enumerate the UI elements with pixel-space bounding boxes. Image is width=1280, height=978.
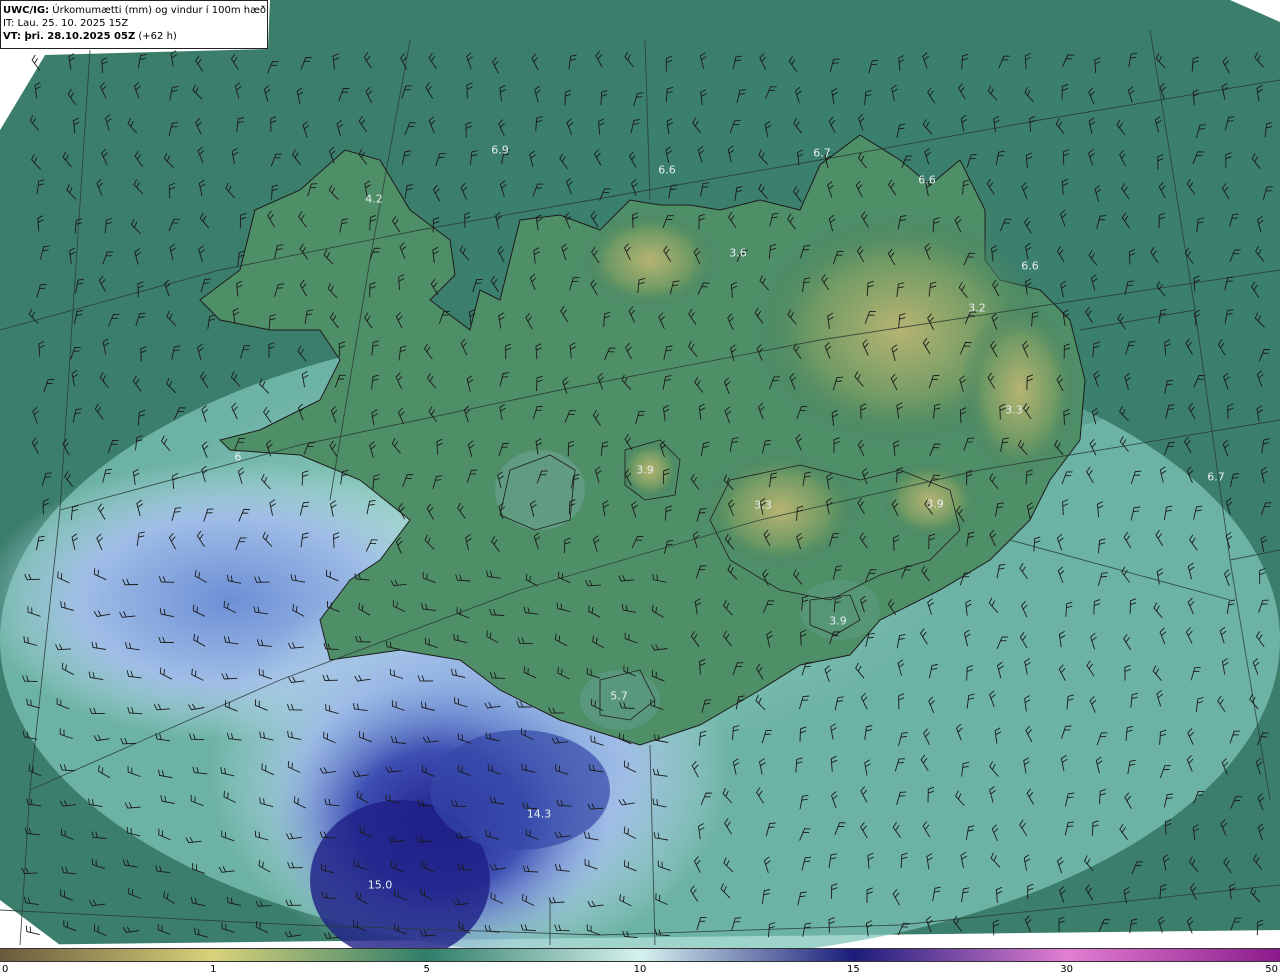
forecast-offset: (+62 h) bbox=[138, 31, 177, 42]
initial-time: IT: Lau. 25. 10. 2025 15Z bbox=[3, 18, 129, 29]
precipitation-value-label: 14.3 bbox=[526, 807, 552, 821]
precipitation-value-label: 3.3 bbox=[754, 498, 772, 512]
title-line: UWC/IG: Úrkomumætti (mm) og vindur í 100… bbox=[3, 4, 267, 17]
colorbar-tick-label: 5 bbox=[423, 964, 430, 975]
product-description: Úrkomumætti (mm) og vindur í 100m hæð bbox=[52, 5, 267, 16]
colorbar bbox=[0, 948, 1280, 962]
precipitation-value-label: 3.3 bbox=[1005, 403, 1023, 417]
colorbar-tick-label: 10 bbox=[633, 964, 647, 975]
precipitation-value-label: 6.6 bbox=[1021, 259, 1039, 273]
precipitation-value-label: 3.9 bbox=[926, 497, 944, 511]
colorbar-tick-label: 1 bbox=[210, 964, 217, 975]
colorbar-tick-label: 15 bbox=[846, 964, 860, 975]
precipitation-value-label: 5.7 bbox=[610, 689, 628, 703]
colorbar-ticks: 0 1 5 10 15 30 50 bbox=[0, 962, 1280, 978]
precipitation-value-label: 15.0 bbox=[367, 878, 393, 892]
precipitation-value-label: 3.9 bbox=[829, 614, 847, 628]
valid-time-line: VT: þri. 28.10.2025 05Z (+62 h) bbox=[3, 30, 264, 43]
precipitation-value-label: 6.6 bbox=[918, 173, 936, 187]
valid-time: VT: þri. 28.10.2025 05Z bbox=[3, 31, 136, 42]
product-code: UWC/IG: bbox=[3, 5, 50, 16]
colorbar-tick-label: 0 bbox=[2, 964, 9, 975]
precipitation-value-label: 6 bbox=[234, 450, 242, 464]
colorbar-tick-label: 30 bbox=[1060, 964, 1074, 975]
precipitation-value-label: 3.6 bbox=[729, 246, 747, 260]
precipitation-value-label: 6.9 bbox=[491, 143, 509, 157]
precipitation-value-label: 4.2 bbox=[365, 192, 383, 206]
precipitation-value-label: 6.6 bbox=[658, 163, 676, 177]
precipitation-value-label: 3.2 bbox=[968, 301, 986, 315]
map-title-box: UWC/IG: Úrkomumætti (mm) og vindur í 100… bbox=[0, 0, 268, 49]
precipitation-value-label: 6.7 bbox=[1207, 470, 1225, 484]
colorbar-tick-label: 50 bbox=[1265, 964, 1278, 975]
precipitation-value-label: 6.7 bbox=[813, 146, 831, 160]
precipitation-value-label: 3.9 bbox=[636, 463, 654, 477]
